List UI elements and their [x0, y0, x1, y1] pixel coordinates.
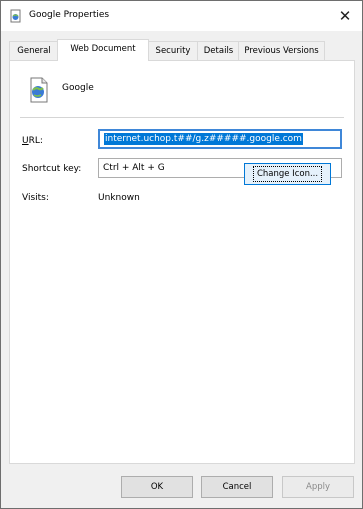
- tab-strip: General Web Document Security Details Pr…: [9, 39, 355, 61]
- web-document-icon: [10, 9, 21, 23]
- tab-details[interactable]: Details: [197, 41, 240, 60]
- url-field[interactable]: internet.uchop.t##/g.z#####.google.com: [98, 129, 342, 149]
- cancel-button[interactable]: Cancel: [201, 476, 273, 498]
- url-value: internet.uchop.t##/g.z#####.google.com: [104, 133, 303, 145]
- change-icon-button[interactable]: Change Icon...: [244, 163, 331, 185]
- properties-window: Google Properties ✕ General Web Document…: [0, 0, 363, 509]
- title-bar[interactable]: Google Properties ✕: [1, 1, 362, 31]
- close-icon: ✕: [338, 7, 352, 25]
- separator: [20, 117, 344, 118]
- change-icon-label: Change Icon...: [252, 166, 323, 182]
- tab-previous-versions[interactable]: Previous Versions: [238, 41, 325, 60]
- web-document-panel: Google URL: internet.uchop.t##/g.z#####.…: [9, 60, 355, 464]
- close-button[interactable]: ✕: [336, 7, 354, 25]
- apply-button[interactable]: Apply: [282, 476, 354, 498]
- window-title: Google Properties: [29, 10, 110, 20]
- web-document-icon: [30, 77, 48, 103]
- document-name: Google: [62, 83, 94, 93]
- visits-label: Visits:: [22, 193, 49, 203]
- url-label: URL:: [22, 136, 43, 146]
- visits-value: Unknown: [98, 193, 140, 203]
- tab-web-document[interactable]: Web Document: [57, 39, 149, 61]
- ok-button[interactable]: OK: [121, 476, 193, 498]
- shortcut-key-label: Shortcut key:: [22, 164, 82, 174]
- tab-security[interactable]: Security: [147, 41, 199, 60]
- tab-general[interactable]: General: [9, 41, 59, 60]
